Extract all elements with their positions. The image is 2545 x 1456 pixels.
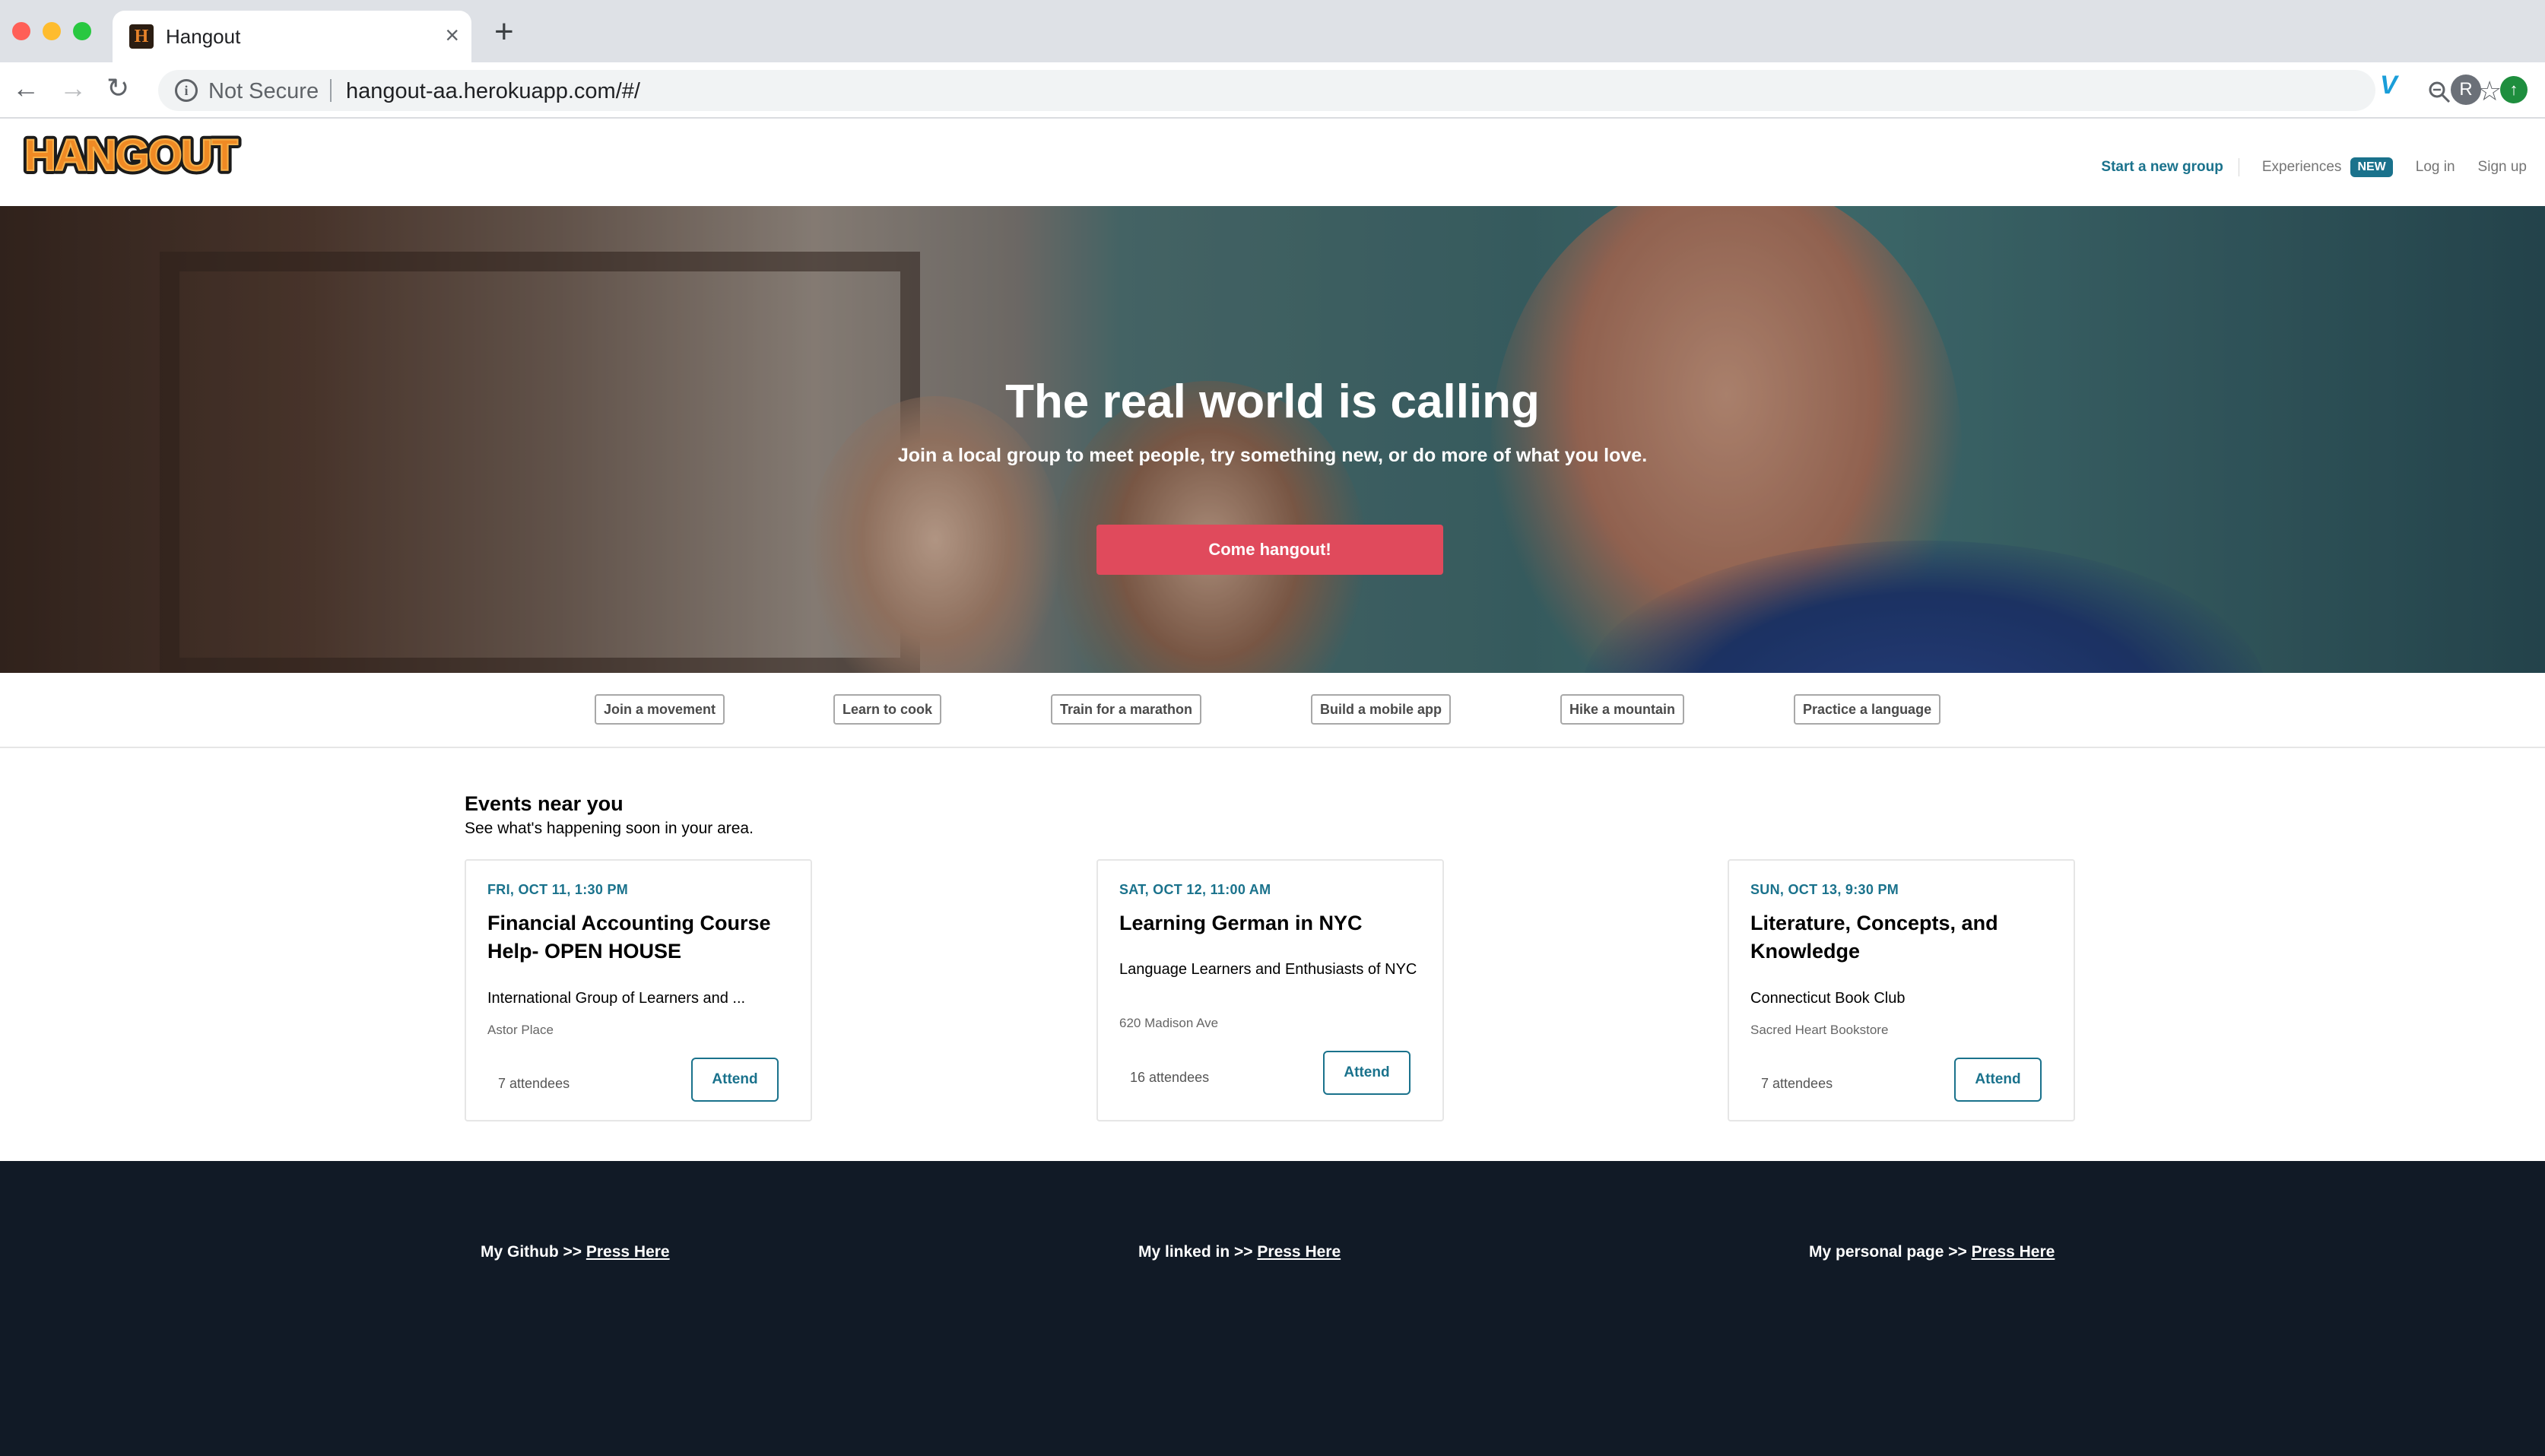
profile-avatar[interactable]: R: [2451, 75, 2481, 105]
site-header: HANGOUT HANGOUT Start a new group Experi…: [0, 119, 2545, 206]
footer-personal: My personal page >> Press Here: [1809, 1242, 2055, 1263]
event-title[interactable]: Learning German in NYC: [1119, 909, 1431, 937]
event-card[interactable]: FRI, OCT 11, 1:30 PM Financial Accountin…: [465, 859, 812, 1121]
hero-banner: The real world is calling Join a local g…: [0, 206, 2545, 673]
event-attendees: 7 attendees: [1761, 1076, 1833, 1091]
event-card[interactable]: SUN, OCT 13, 9:30 PM Literature, Concept…: [1728, 859, 2075, 1121]
url-text[interactable]: hangout-aa.herokuapp.com/#/: [346, 79, 640, 103]
attend-button[interactable]: Attend: [1954, 1058, 2042, 1102]
tab-title: Hangout: [166, 25, 241, 48]
footer-github: My Github >> Press Here: [481, 1242, 670, 1263]
reload-icon[interactable]: ↻: [106, 73, 129, 103]
event-attendees: 16 attendees: [1130, 1070, 1210, 1085]
svg-text:HANGOUT: HANGOUT: [24, 131, 238, 180]
tab-close-icon[interactable]: ×: [445, 21, 459, 49]
attend-button[interactable]: Attend: [691, 1058, 779, 1102]
start-group-link[interactable]: Start a new group: [2101, 157, 2223, 178]
event-group: Connecticut Book Club: [1750, 990, 1906, 1007]
address-bar[interactable]: i Not Secure hangout-aa.herokuapp.com/#/…: [158, 70, 2502, 111]
topic-join-movement[interactable]: Join a movement: [595, 694, 725, 725]
event-venue: 620 Madison Ave: [1119, 1016, 1219, 1030]
events-heading: Events near you: [465, 792, 624, 815]
event-title[interactable]: Financial Accounting Course Help- OPEN H…: [487, 909, 799, 966]
event-date: SUN, OCT 13, 9:30 PM: [1750, 882, 1899, 897]
close-window-button[interactable]: [12, 22, 30, 40]
browser-toolbar: ← → ↻ i Not Secure hangout-aa.herokuapp.…: [0, 62, 2545, 119]
forward-arrow-icon[interactable]: →: [59, 73, 87, 103]
topic-practice-language[interactable]: Practice a language: [1794, 694, 1941, 725]
security-label[interactable]: Not Secure: [208, 79, 319, 103]
personal-page-link[interactable]: Press Here: [1972, 1243, 2055, 1261]
experiences-link[interactable]: Experiences: [2262, 157, 2342, 178]
signup-link[interactable]: Sign up: [2478, 157, 2527, 178]
footer-linkedin-label: My linked in >>: [1138, 1243, 1258, 1261]
browser-tab-bar: H Hangout × +: [0, 0, 2545, 62]
topic-bar: Join a movement Learn to cook Train for …: [0, 673, 2545, 748]
favicon-icon: H: [129, 24, 154, 49]
events-subheading: See what's happening soon in your area.: [465, 820, 754, 837]
topic-build-mobile-app[interactable]: Build a mobile app: [1311, 694, 1452, 725]
new-badge: NEW: [2350, 157, 2393, 177]
new-tab-icon[interactable]: +: [494, 15, 514, 49]
browser-tab[interactable]: H Hangout ×: [113, 11, 471, 62]
topic-hike-mountain[interactable]: Hike a mountain: [1560, 694, 1685, 725]
minimize-window-button[interactable]: [43, 22, 61, 40]
event-date: FRI, OCT 11, 1:30 PM: [487, 882, 629, 897]
site-footer: My Github >> Press Here My linked in >> …: [0, 1161, 2545, 1456]
attend-button[interactable]: Attend: [1323, 1051, 1411, 1095]
login-link[interactable]: Log in: [2416, 157, 2455, 178]
hero-subtitle: Join a local group to meet people, try s…: [897, 445, 1648, 466]
footer-github-label: My Github >>: [481, 1243, 586, 1261]
update-icon[interactable]: ↑: [2500, 76, 2528, 103]
github-link[interactable]: Press Here: [586, 1243, 670, 1261]
event-title[interactable]: Literature, Concepts, and Knowledge: [1750, 909, 2062, 966]
event-venue: Astor Place: [487, 1023, 554, 1037]
zoom-icon[interactable]: [2428, 81, 2451, 103]
come-hangout-button[interactable]: Come hangout!: [1096, 525, 1443, 575]
info-icon[interactable]: i: [175, 79, 198, 102]
hero-title: The real world is calling: [1005, 376, 1540, 428]
topic-learn-cook[interactable]: Learn to cook: [833, 694, 942, 725]
event-venue: Sacred Heart Bookstore: [1750, 1023, 1889, 1037]
footer-personal-label: My personal page >>: [1809, 1243, 1972, 1261]
footer-linkedin: My linked in >> Press Here: [1138, 1242, 1341, 1263]
event-attendees: 7 attendees: [498, 1076, 570, 1091]
maximize-window-button[interactable]: [73, 22, 91, 40]
vimeo-extension-icon[interactable]: V: [2380, 71, 2397, 99]
header-nav: Start a new group Experiences NEW Log in…: [2101, 155, 2527, 179]
linkedin-link[interactable]: Press Here: [1257, 1243, 1341, 1261]
event-date: SAT, OCT 12, 11:00 AM: [1119, 882, 1271, 897]
hero-overlay: [0, 206, 2545, 673]
back-arrow-icon[interactable]: ←: [12, 73, 40, 103]
event-card[interactable]: SAT, OCT 12, 11:00 AM Learning German in…: [1096, 859, 1444, 1121]
address-separator: [330, 79, 332, 102]
topic-train-marathon[interactable]: Train for a marathon: [1051, 694, 1202, 725]
hangout-logo[interactable]: HANGOUT HANGOUT: [20, 127, 259, 184]
event-group: International Group of Learners and ...: [487, 990, 746, 1007]
event-group: Language Learners and Enthusiasts of NYC: [1119, 961, 1417, 978]
